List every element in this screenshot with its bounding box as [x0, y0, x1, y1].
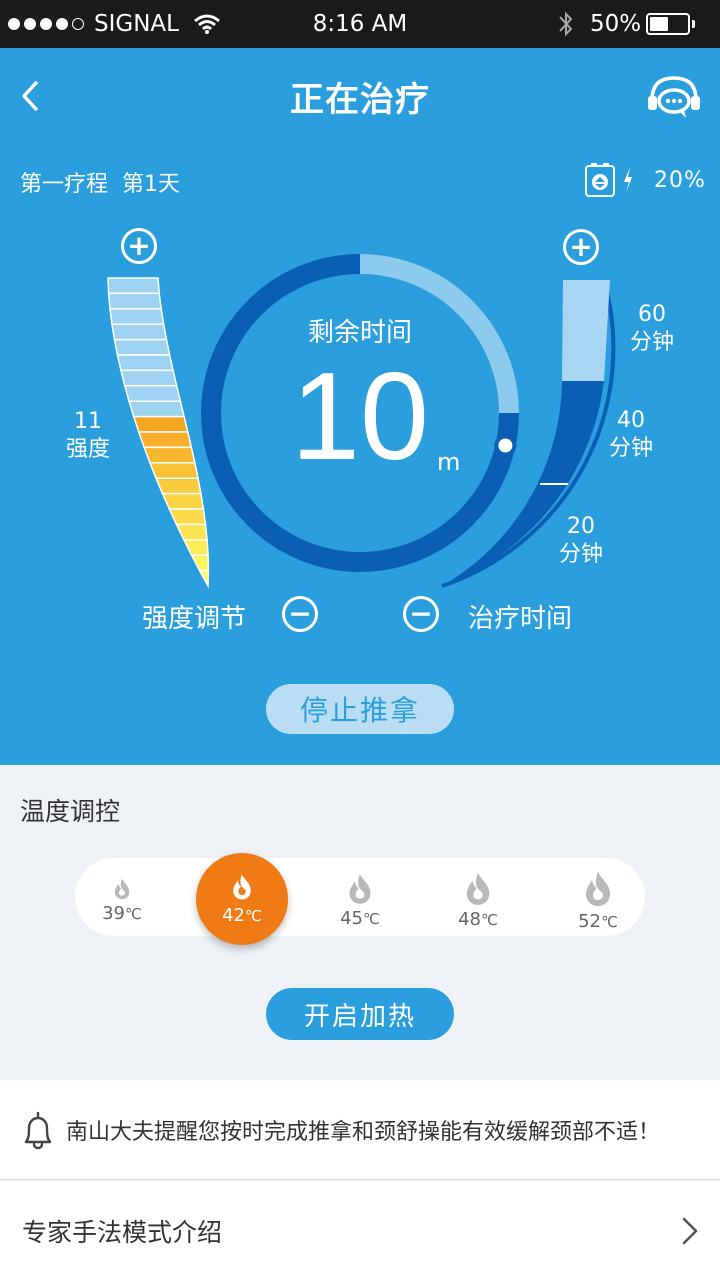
chevron-right-icon: [682, 1217, 698, 1244]
temp-option-45[interactable]: 45℃: [314, 865, 406, 935]
treatment-panel: 正在治疗 第一疗程 第1天 20% + + − − 11 强度 60 分钟 40…: [0, 48, 720, 765]
intensity-level-segment: [132, 415, 189, 433]
expert-mode-intro-row[interactable]: 专家手法模式介绍: [0, 1181, 720, 1280]
intensity-meter: [107, 277, 210, 589]
time-marker-40-label: 40 分钟: [608, 408, 653, 461]
battery-percent: 50%: [590, 11, 642, 37]
temp-option-52[interactable]: 52℃: [552, 865, 644, 935]
battery-icon: [646, 0, 695, 48]
customer-service-icon: [648, 76, 700, 118]
intensity-level-segment: [119, 369, 178, 387]
temp-option-48[interactable]: 48℃: [432, 865, 524, 935]
flame-icon: [466, 872, 490, 905]
intensity-level-segment: [107, 277, 161, 295]
device-battery-percent: 20%: [654, 167, 706, 193]
remaining-time-unit: m: [437, 448, 461, 476]
flame-icon: [349, 873, 371, 904]
intensity-level-segment: [198, 569, 210, 589]
remaining-time-label: 剩余时间: [307, 318, 412, 348]
status-bar: SIGNAL 8:16 AM 50%: [0, 0, 720, 48]
intensity-label: 强度: [65, 437, 110, 462]
remaining-ring-knob: [494, 434, 517, 457]
time-arc-band-light: [562, 280, 610, 381]
flame-icon: [114, 878, 130, 899]
time-plus-button[interactable]: +: [563, 229, 599, 265]
intensity-level-segment: [123, 385, 182, 402]
intensity-level-segment: [107, 292, 162, 310]
intensity-readout: 11 强度: [54, 408, 122, 464]
temperature-title: 温度调控: [20, 797, 121, 826]
intensity-level-segment: [111, 323, 168, 341]
intensity-level-segment: [161, 492, 205, 510]
intensity-level-segment: [109, 308, 165, 325]
course-label: 第一疗程: [20, 172, 109, 197]
expert-mode-intro-label: 专家手法模式介绍: [22, 1217, 223, 1247]
bluetooth-icon: [559, 11, 573, 37]
back-button[interactable]: [14, 74, 46, 118]
day-label: 第1天: [122, 172, 181, 197]
reminder-notice: 南山大夫提醒您按时完成推拿和颈舒操能有效缓解颈部不适！: [0, 1080, 720, 1180]
intensity-level-segment: [143, 446, 196, 464]
intensity-level-segment: [182, 539, 209, 556]
bell-icon: [24, 1111, 52, 1149]
intensity-control-label: 强度调节: [142, 604, 247, 634]
temp-option-39[interactable]: 39℃: [76, 865, 168, 935]
intensity-level-segment: [128, 400, 186, 418]
intensity-level-segment: [148, 462, 199, 479]
flame-icon: [586, 871, 610, 906]
treatment-course: 第一疗程 第1天: [20, 166, 180, 198]
intensity-level-segment: [113, 338, 171, 356]
charging-bolt-icon: [624, 167, 632, 193]
intensity-value: 11: [74, 409, 102, 434]
intensity-level-segment: [190, 554, 210, 572]
time-marker-20-label: 20 分钟: [558, 514, 603, 567]
customer-service-button[interactable]: [644, 72, 704, 124]
stop-massage-button[interactable]: 停止推拿: [266, 684, 454, 734]
start-heating-button[interactable]: 开启加热: [266, 988, 454, 1040]
intensity-plus-button[interactable]: +: [121, 228, 157, 264]
intensity-level-segment: [168, 508, 207, 526]
reminder-text: 南山大夫提醒您按时完成推拿和颈舒操能有效缓解颈部不适！: [66, 1119, 661, 1145]
flame-icon: [233, 874, 251, 899]
time-marker-60-label: 60 分钟: [629, 302, 674, 355]
chevron-left-icon: [22, 81, 38, 111]
intensity-level-segment: [154, 477, 202, 495]
intensity-level-segment: [116, 354, 175, 372]
time-minus-button[interactable]: −: [403, 596, 439, 632]
device-battery-icon: [585, 163, 615, 197]
intensity-level-segment: [175, 523, 208, 541]
intensity-level-segment: [137, 431, 193, 449]
intensity-minus-button[interactable]: −: [282, 596, 318, 632]
temp-option-42-selected[interactable]: 42℃: [196, 853, 288, 945]
device-battery: 20%: [584, 162, 706, 198]
time-control-label: 治疗时间: [468, 604, 573, 634]
